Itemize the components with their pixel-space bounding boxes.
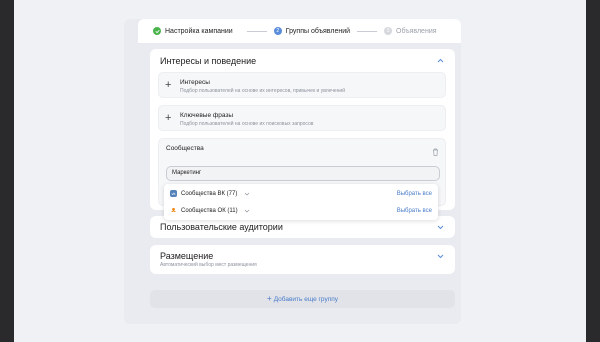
communities-dropdown: vk Сообщества ВК (77) Выбрать все ᴥ Сооб… bbox=[164, 184, 438, 220]
step-campaign-settings[interactable]: Настройка кампании bbox=[153, 27, 233, 35]
communities-title: Сообщества bbox=[166, 145, 204, 152]
option-label: Сообщества ОК (11) bbox=[181, 208, 238, 214]
option-description: Подбор пользователей на основе их интере… bbox=[180, 88, 346, 94]
trash-icon[interactable] bbox=[432, 143, 439, 161]
step-ad-groups[interactable]: 2 Группы объявлений bbox=[273, 27, 351, 35]
dropdown-option-vk[interactable]: vk Сообщества ВК (77) Выбрать все bbox=[164, 187, 438, 201]
check-icon bbox=[153, 27, 161, 35]
chevron-up-icon[interactable] bbox=[437, 58, 444, 63]
step-number: 2 bbox=[273, 27, 282, 35]
plus-icon: + bbox=[165, 79, 172, 91]
stepper: Настройка кампании 2 Группы объявлений 3… bbox=[138, 19, 461, 43]
step-label: Объявления bbox=[396, 27, 437, 35]
step-label: Группы объявлений bbox=[285, 27, 351, 35]
section-title: Размещение bbox=[160, 251, 214, 261]
section-description: Автоматический выбор мест размещения bbox=[160, 262, 257, 268]
chevron-down-icon bbox=[437, 225, 444, 230]
screen: Настройка кампании 2 Группы объявлений 3… bbox=[0, 0, 600, 342]
step-divider bbox=[246, 30, 267, 32]
step-number: 3 bbox=[384, 27, 393, 35]
option-label: Сообщества ВК (77) bbox=[181, 191, 238, 197]
add-group-button[interactable]: + Добавить еще группу bbox=[150, 290, 455, 308]
section-title: Интересы и поведение bbox=[160, 56, 257, 66]
chevron-down-icon bbox=[244, 209, 250, 215]
step-label: Настройка кампании bbox=[165, 27, 233, 35]
vk-icon: vk bbox=[170, 190, 177, 197]
step-divider bbox=[357, 30, 378, 32]
option-title: Интересы bbox=[180, 79, 210, 86]
interests-option[interactable]: + Интересы Подбор пользователей на основ… bbox=[158, 72, 446, 98]
ok-icon: ᴥ bbox=[171, 207, 176, 214]
option-description: Подбор пользователей на основе их поиско… bbox=[180, 121, 314, 127]
step-ads[interactable]: 3 Объявления bbox=[384, 27, 437, 35]
keywords-option[interactable]: + Ключевые фразы Подбор пользователей на… bbox=[158, 105, 446, 131]
plus-icon: + bbox=[165, 112, 172, 124]
dropdown-option-ok[interactable]: ᴥ Сообщества ОК (11) Выбрать все bbox=[164, 204, 438, 218]
option-title: Ключевые фразы bbox=[180, 112, 234, 119]
chevron-down-icon bbox=[437, 254, 444, 259]
chevron-down-icon bbox=[244, 192, 250, 198]
select-all-link[interactable]: Выбрать все bbox=[397, 208, 432, 214]
add-group-label: Добавить еще группу bbox=[273, 296, 338, 303]
section-title: Пользовательские аудитории bbox=[160, 222, 283, 232]
select-all-link[interactable]: Выбрать все bbox=[397, 191, 432, 197]
placement-card[interactable]: Размещение Автоматический выбор мест раз… bbox=[150, 245, 455, 274]
communities-search-input[interactable]: Маркетинг bbox=[166, 166, 440, 181]
plus-icon: + bbox=[267, 294, 272, 303]
